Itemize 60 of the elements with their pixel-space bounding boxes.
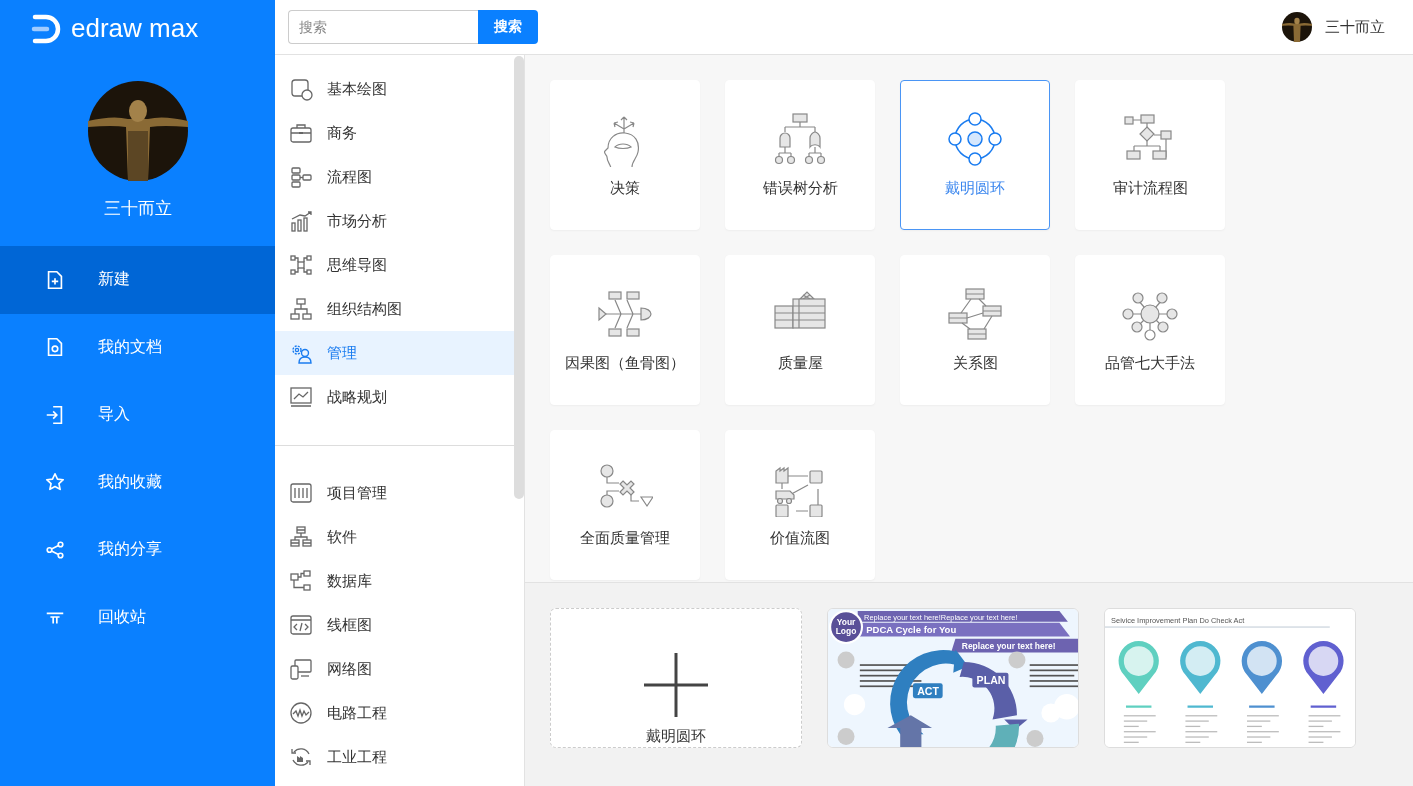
nav-item[interactable]: 新建 <box>0 246 275 314</box>
category-item[interactable]: 流程图 <box>275 155 514 199</box>
devices-icon <box>289 657 313 681</box>
diagram-type-card[interactable]: 因果图（鱼骨图） <box>550 255 700 405</box>
nav-item[interactable]: 我的文档 <box>0 313 275 381</box>
bar-chart-icon <box>289 209 313 233</box>
search-button[interactable]: 搜索 <box>478 10 538 44</box>
diagram-type-card[interactable]: 决策 <box>550 80 700 230</box>
nav-item[interactable]: 回收站 <box>0 583 275 651</box>
scrollbar-thumb[interactable] <box>514 56 524 499</box>
diagram-type-card[interactable]: 全面质量管理 <box>550 430 700 580</box>
nav-item[interactable]: 导入 <box>0 381 275 449</box>
category-item[interactable]: 项目管理 <box>275 471 514 515</box>
diagram-type-card[interactable]: 质量屋 <box>725 255 875 405</box>
flowchart-icon <box>289 165 313 189</box>
connected-boxes-icon <box>289 569 313 593</box>
logo-icon <box>31 13 61 44</box>
diagram-type-card[interactable]: 错误树分析 <box>725 80 875 230</box>
code-window-icon <box>289 613 313 637</box>
category-item[interactable]: 基本绘图 <box>275 67 514 111</box>
category-item[interactable]: 思维导图 <box>275 243 514 287</box>
hierarchy-icon <box>289 525 313 549</box>
relation-boxes-icon <box>947 286 1003 342</box>
category-item[interactable]: 数据库 <box>275 559 514 603</box>
columns-icon <box>289 481 313 505</box>
cycle-factory-icon <box>289 745 313 769</box>
category-item[interactable]: 市场分析 <box>275 199 514 243</box>
org-chart-icon <box>289 297 313 321</box>
plus-icon <box>644 653 708 717</box>
diagram-type-card[interactable]: 品管七大手法 <box>1075 255 1225 405</box>
user-name: 三十而立 <box>103 197 172 220</box>
category-item[interactable]: 软件 <box>275 515 514 559</box>
fault-tree-icon <box>772 111 828 167</box>
category-item[interactable]: 管理 <box>275 331 514 375</box>
shapes-icon <box>289 77 313 101</box>
category-item[interactable]: 网络图 <box>275 647 514 691</box>
mind-map-icon <box>289 253 313 277</box>
category-item[interactable]: 电路工程 <box>275 691 514 735</box>
category-item[interactable]: 工业工程 <box>275 735 514 779</box>
nav-item[interactable]: 我的分享 <box>0 516 275 584</box>
diagram-type-card[interactable]: 关系图 <box>900 255 1050 405</box>
nav-item[interactable]: 我的收藏 <box>0 448 275 516</box>
template-card[interactable]: Your Logo Replace your text here!Replace your text here! PDCA Cycle for You Replace your text here! ACT PLAN <box>827 608 1079 748</box>
share-icon <box>44 538 66 561</box>
logo-text: edraw max <box>71 13 199 44</box>
ring-nodes-icon <box>947 111 1003 167</box>
category-item[interactable]: 战略规划 <box>275 375 514 419</box>
briefcase-icon <box>289 121 313 145</box>
diagram-type-card[interactable]: 价值流图 <box>725 430 875 580</box>
category-item[interactable]: 商务 <box>275 111 514 155</box>
template-card[interactable]: Seivice Improvement Plan Do Check Act <box>1104 608 1356 748</box>
user-name: 三十而立 <box>1325 17 1385 37</box>
diagram-type-card[interactable]: 审计流程图 <box>1075 80 1225 230</box>
waveform-icon <box>289 701 313 725</box>
category-item[interactable]: 组织结构图 <box>275 287 514 331</box>
diagram-type-card[interactable]: 戴明圆环 <box>900 80 1050 230</box>
new-blank-card[interactable]: 戴明圆环 <box>550 608 802 748</box>
category-item[interactable]: 线框图 <box>275 603 514 647</box>
search-field[interactable]: 搜索 <box>288 10 478 44</box>
line-chart-icon <box>289 385 313 409</box>
